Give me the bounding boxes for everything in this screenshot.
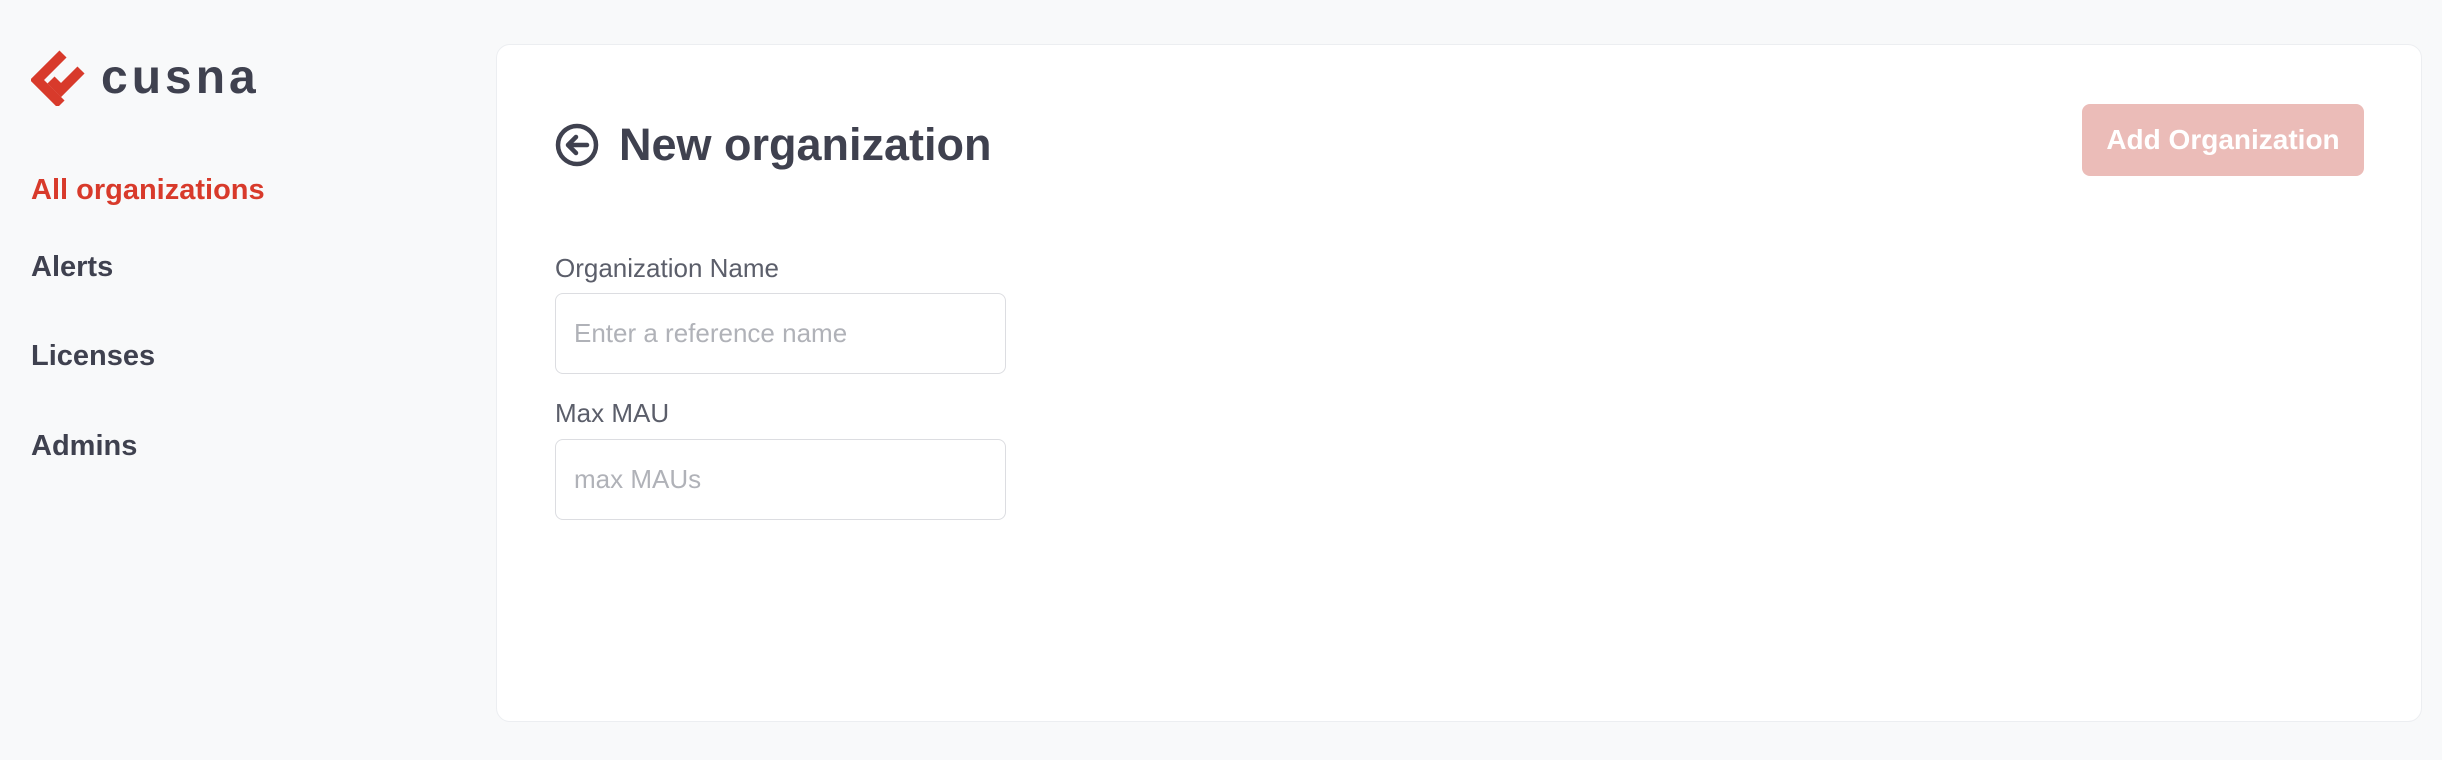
sidebar-item-admins[interactable]: Admins [31, 430, 137, 463]
organization-name-input[interactable] [555, 293, 1006, 374]
sidebar-item-licenses[interactable]: Licenses [31, 340, 155, 373]
page-header: New organization [555, 115, 992, 175]
arrow-left-circle-icon[interactable] [555, 123, 599, 167]
brand-name: cusna [101, 51, 260, 104]
cusna-logo-icon [31, 50, 85, 106]
brand-logo[interactable]: cusna [31, 48, 260, 108]
main-card: New organization Add Organization Organi… [496, 44, 2422, 722]
sidebar-item-alerts[interactable]: Alerts [31, 251, 113, 284]
sidebar-item-all-organizations[interactable]: All organizations [31, 174, 265, 207]
page-title: New organization [619, 119, 992, 170]
organization-name-label: Organization Name [555, 253, 779, 283]
max-mau-input[interactable] [555, 439, 1006, 520]
max-mau-label: Max MAU [555, 398, 670, 428]
add-organization-button[interactable]: Add Organization [2082, 104, 2364, 176]
sidebar: cusna All organizations Alerts Licenses … [0, 0, 480, 760]
